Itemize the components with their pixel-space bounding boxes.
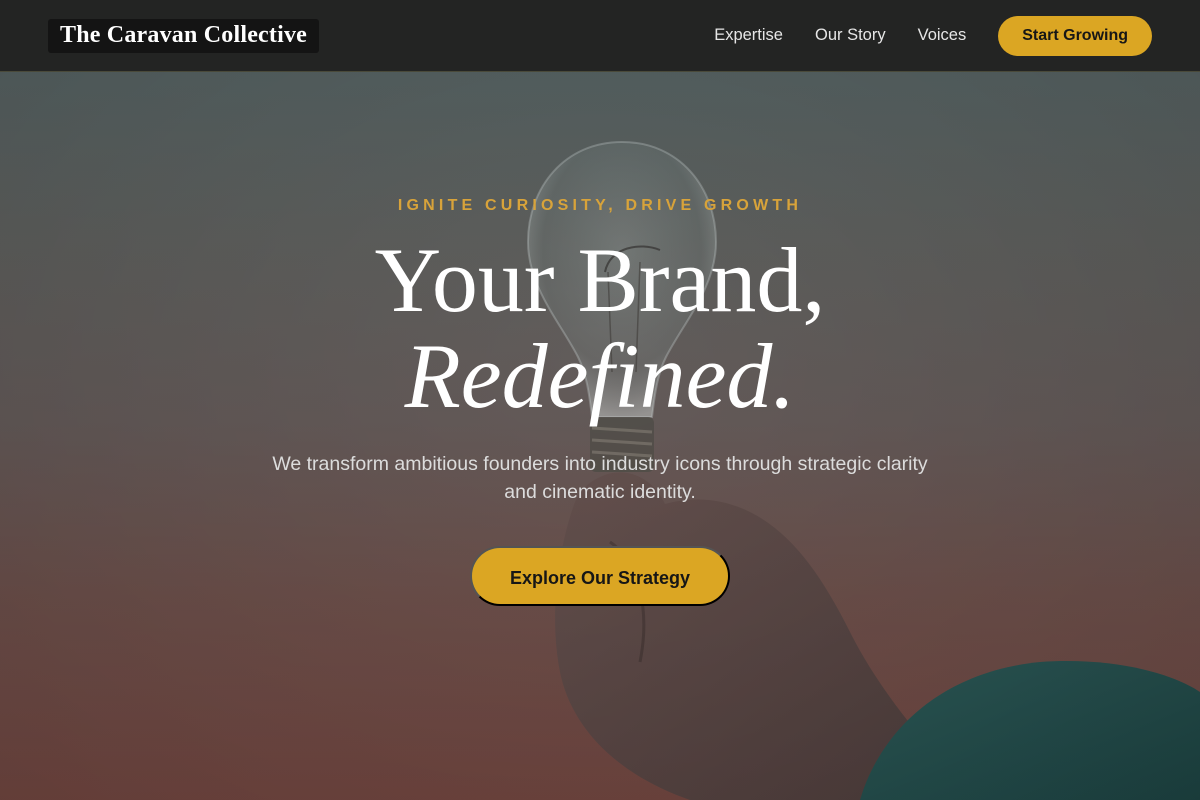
headline-italic-word: Redefined — [404, 325, 773, 427]
brand-logo[interactable]: The Caravan Collective — [48, 18, 320, 53]
top-navigation-bar: The Caravan Collective Expertise Our Sto… — [0, 0, 1200, 72]
headline-line-2: Redefined. — [0, 328, 1200, 424]
explore-strategy-button[interactable]: Explore Our Strategy — [470, 546, 730, 606]
hero-headline: Your Brand, Redefined. — [0, 232, 1200, 424]
headline-period: . — [772, 325, 796, 427]
nav-link-our-story[interactable]: Our Story — [815, 26, 886, 45]
hero-eyebrow: IGNITE CURIOSITY, DRIVE GROWTH — [397, 197, 803, 214]
hero-section: IGNITE CURIOSITY, DRIVE GROWTH Your Bran… — [0, 72, 1200, 800]
nav-link-voices[interactable]: Voices — [918, 26, 967, 45]
hero-subtitle: We transform ambitious founders into ind… — [272, 453, 928, 503]
nav-link-expertise[interactable]: Expertise — [714, 26, 783, 45]
start-growing-button[interactable]: Start Growing — [998, 15, 1152, 56]
landing-page: The Caravan Collective Expertise Our Sto… — [0, 0, 1200, 800]
headline-line-1: Your Brand, — [374, 229, 826, 331]
nav-menu: Expertise Our Story Voices Start Growing — [714, 15, 1152, 56]
